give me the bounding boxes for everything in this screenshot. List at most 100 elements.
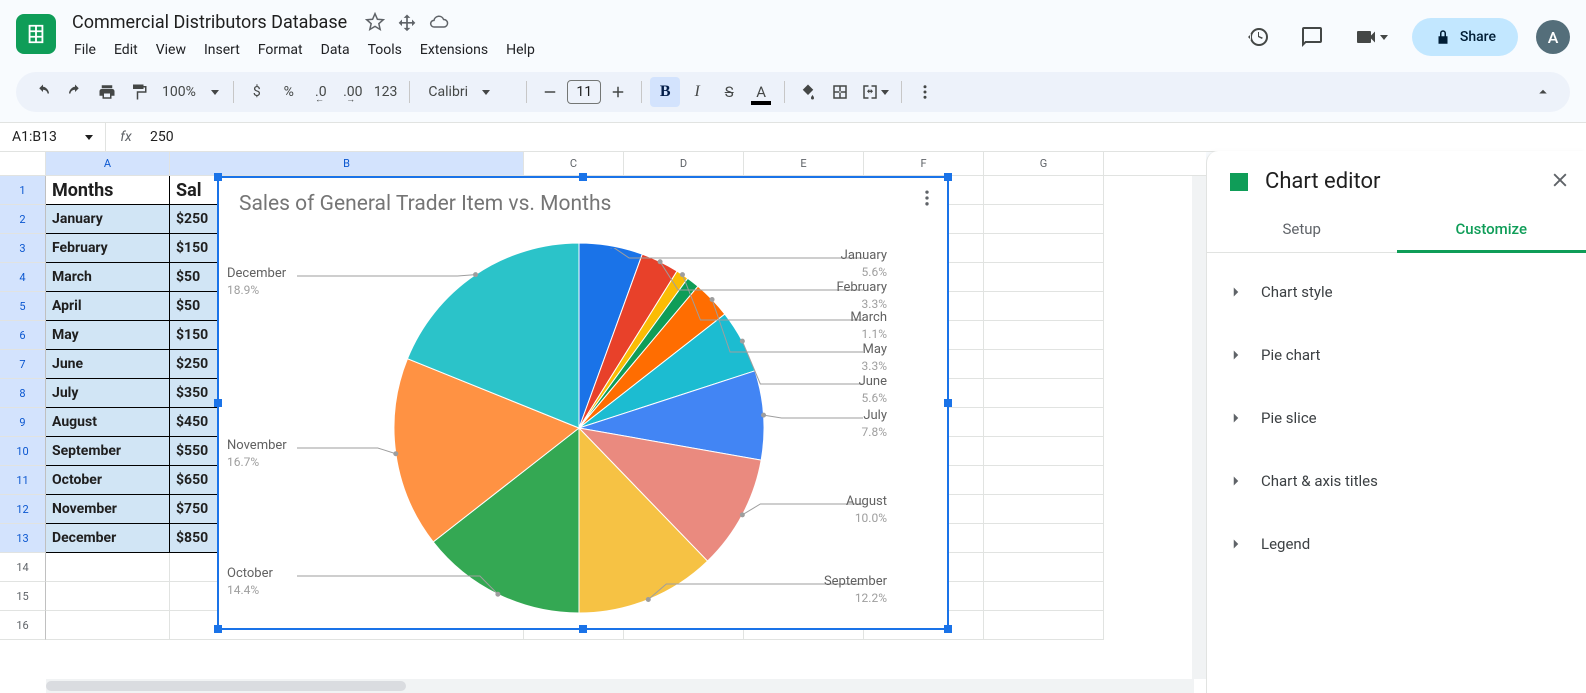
more-button[interactable]: [910, 77, 940, 107]
merge-button[interactable]: [857, 77, 893, 107]
panel-section[interactable]: Chart & axis titles: [1207, 450, 1586, 513]
tab-setup[interactable]: Setup: [1207, 208, 1397, 252]
text-color-button[interactable]: A: [746, 77, 776, 107]
col-header-G[interactable]: G: [984, 152, 1104, 175]
row-header-11[interactable]: 11: [0, 466, 46, 495]
row-header-1[interactable]: 1: [0, 176, 46, 205]
panel-section[interactable]: Pie chart: [1207, 324, 1586, 387]
menu-file[interactable]: File: [66, 38, 104, 62]
menu-format[interactable]: Format: [250, 38, 311, 62]
panel-section[interactable]: Pie slice: [1207, 387, 1586, 450]
col-header-A[interactable]: A: [46, 152, 170, 175]
row-header-2[interactable]: 2: [0, 205, 46, 234]
sheets-logo[interactable]: [16, 14, 56, 54]
redo-button[interactable]: [60, 77, 90, 107]
select-all-corner[interactable]: [0, 152, 46, 175]
menu-data[interactable]: Data: [313, 38, 358, 62]
row-header-9[interactable]: 9: [0, 408, 46, 437]
cell[interactable]: [984, 234, 1104, 263]
cell[interactable]: Months: [46, 176, 170, 205]
row-header-15[interactable]: 15: [0, 582, 46, 611]
row-header-3[interactable]: 3: [0, 234, 46, 263]
cell[interactable]: July: [46, 379, 170, 408]
cell[interactable]: [984, 495, 1104, 524]
percent-button[interactable]: %: [274, 77, 304, 107]
tab-customize[interactable]: Customize: [1397, 208, 1586, 253]
borders-button[interactable]: [825, 77, 855, 107]
decrease-fontsize-button[interactable]: [535, 77, 565, 107]
cell[interactable]: [984, 582, 1104, 611]
row-header-10[interactable]: 10: [0, 437, 46, 466]
cloud-icon[interactable]: [429, 12, 449, 32]
menu-help[interactable]: Help: [498, 38, 543, 62]
cell[interactable]: May: [46, 321, 170, 350]
formula-input[interactable]: 250: [146, 129, 1586, 145]
history-icon[interactable]: [1240, 19, 1276, 55]
italic-button[interactable]: I: [682, 77, 712, 107]
cell[interactable]: June: [46, 350, 170, 379]
row-header-4[interactable]: 4: [0, 263, 46, 292]
increase-decimal-button[interactable]: .00→: [338, 77, 368, 107]
menu-view[interactable]: View: [148, 38, 194, 62]
avatar[interactable]: A: [1536, 20, 1570, 54]
cell[interactable]: [984, 350, 1104, 379]
number-format-button[interactable]: 123: [370, 77, 402, 107]
chart-object[interactable]: Sales of General Trader Item vs. Months …: [217, 176, 949, 630]
menu-extensions[interactable]: Extensions: [412, 38, 496, 62]
cell[interactable]: [46, 582, 170, 611]
cell[interactable]: March: [46, 263, 170, 292]
bold-button[interactable]: B: [650, 77, 680, 107]
share-button[interactable]: Share: [1412, 18, 1518, 56]
zoom-selector[interactable]: 100%: [156, 84, 225, 100]
row-header-12[interactable]: 12: [0, 495, 46, 524]
row-header-5[interactable]: 5: [0, 292, 46, 321]
cell[interactable]: [984, 408, 1104, 437]
cell[interactable]: October: [46, 466, 170, 495]
paint-format-button[interactable]: [124, 77, 154, 107]
cell[interactable]: [984, 379, 1104, 408]
cell[interactable]: November: [46, 495, 170, 524]
move-icon[interactable]: [397, 12, 417, 32]
menu-insert[interactable]: Insert: [196, 38, 248, 62]
panel-section[interactable]: Chart style: [1207, 261, 1586, 324]
col-header-F[interactable]: F: [864, 152, 984, 175]
row-header-14[interactable]: 14: [0, 553, 46, 582]
cell[interactable]: [984, 176, 1104, 205]
cell[interactable]: [984, 321, 1104, 350]
menu-tools[interactable]: Tools: [360, 38, 410, 62]
decrease-decimal-button[interactable]: .0←: [306, 77, 336, 107]
cell[interactable]: [984, 292, 1104, 321]
fontsize-input[interactable]: 11: [567, 80, 601, 104]
strikethrough-button[interactable]: S: [714, 77, 744, 107]
collapse-toolbar-button[interactable]: [1528, 77, 1558, 107]
cell[interactable]: August: [46, 408, 170, 437]
cell[interactable]: [984, 437, 1104, 466]
name-box[interactable]: A1:B13: [0, 123, 106, 151]
cell[interactable]: [46, 553, 170, 582]
cell[interactable]: [984, 466, 1104, 495]
cell[interactable]: [984, 553, 1104, 582]
increase-fontsize-button[interactable]: [603, 77, 633, 107]
cell[interactable]: January: [46, 205, 170, 234]
cell[interactable]: [984, 524, 1104, 553]
menu-edit[interactable]: Edit: [106, 38, 146, 62]
col-header-B[interactable]: B: [170, 152, 524, 175]
cell[interactable]: [984, 263, 1104, 292]
cell[interactable]: [46, 611, 170, 640]
chart-menu-button[interactable]: [917, 188, 937, 212]
undo-button[interactable]: [28, 77, 58, 107]
spreadsheet-grid[interactable]: ABCDEFG 1MonthsSal2January$2503February$…: [0, 152, 1206, 693]
cell[interactable]: December: [46, 524, 170, 553]
cell[interactable]: February: [46, 234, 170, 263]
cell[interactable]: September: [46, 437, 170, 466]
star-icon[interactable]: [365, 12, 385, 32]
row-header-6[interactable]: 6: [0, 321, 46, 350]
row-header-16[interactable]: 16: [0, 611, 46, 640]
meet-button[interactable]: [1348, 21, 1394, 53]
cell[interactable]: April: [46, 292, 170, 321]
doc-title[interactable]: Commercial Distributors Database: [66, 10, 353, 35]
font-selector[interactable]: Calibri: [418, 84, 518, 100]
close-button[interactable]: [1550, 170, 1570, 194]
comment-icon[interactable]: [1294, 19, 1330, 55]
col-header-D[interactable]: D: [624, 152, 744, 175]
